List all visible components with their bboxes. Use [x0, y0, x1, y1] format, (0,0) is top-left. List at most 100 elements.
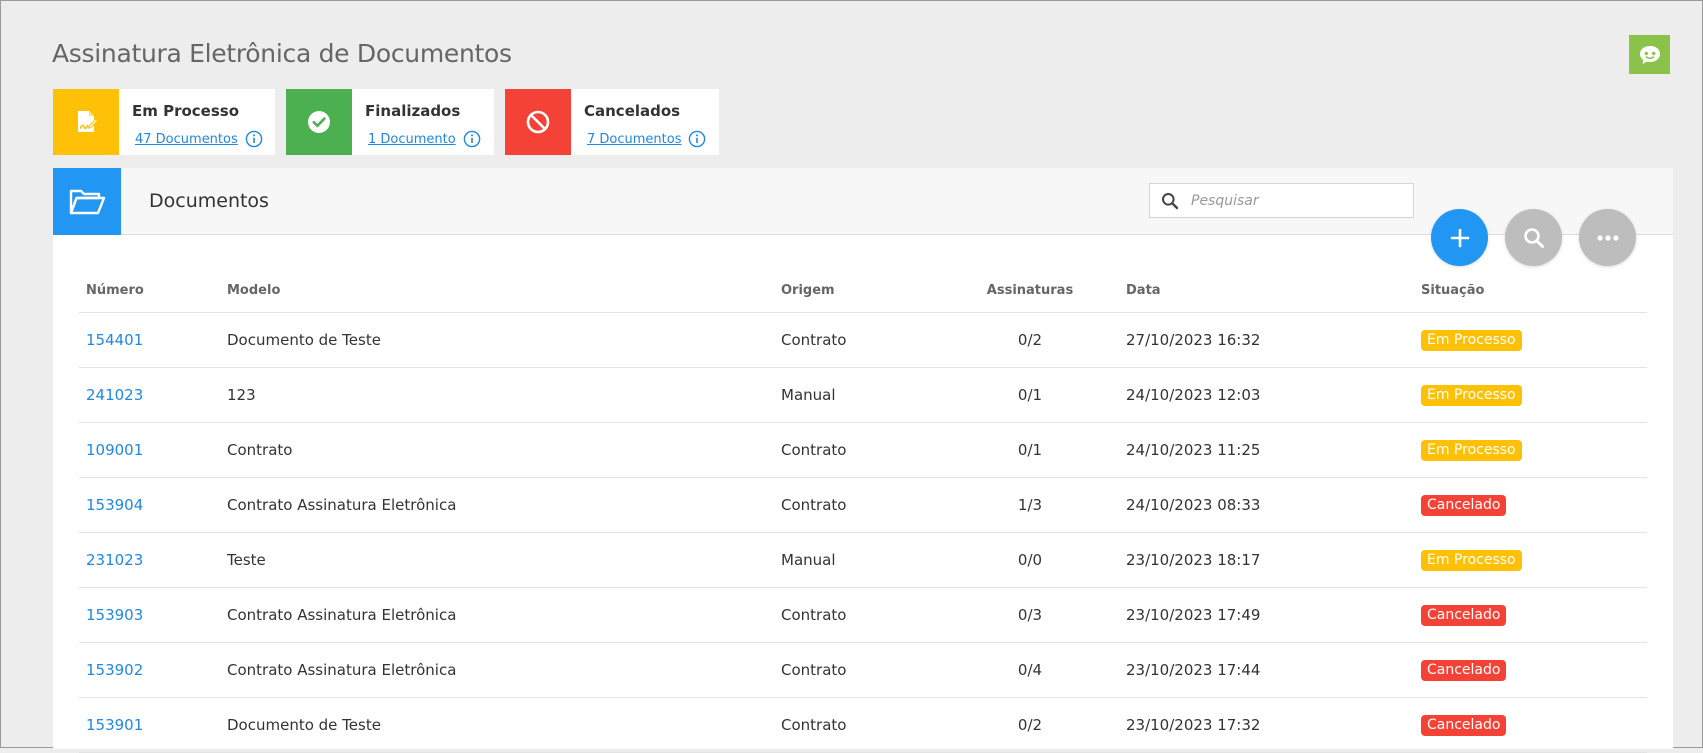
- document-number-link[interactable]: 231023: [86, 551, 143, 569]
- check-circle-icon: [308, 111, 330, 133]
- table-row[interactable]: 153902 Contrato Assinatura Eletrônica Cont…: [79, 642, 1647, 698]
- card-cancelados-link[interactable]: 7 Documentos: [587, 132, 681, 147]
- search-input[interactable]: [1189, 191, 1393, 210]
- documents-table: Número Modelo Origem Assinaturas Data Si…: [79, 269, 1647, 753]
- card-finalizados-link[interactable]: 1 Documento: [368, 132, 456, 147]
- add-document-button[interactable]: [1431, 209, 1488, 266]
- table-row[interactable]: 153901 Documento de Teste Contrato 0/2 23/10…: [79, 697, 1647, 753]
- status-badge: Cancelado: [1421, 659, 1507, 681]
- more-icon: [1596, 234, 1619, 241]
- card-cancelados: Cancelados 7 Documentos: [505, 89, 719, 155]
- search-icon: [1161, 192, 1179, 210]
- status-badge: Em Processo: [1421, 439, 1522, 461]
- cell-numero: 153903: [79, 587, 220, 643]
- table-row[interactable]: 154401 Documento de Teste Contrato 0/2 27/10…: [79, 312, 1647, 368]
- info-icon[interactable]: [463, 130, 481, 148]
- column-header-modelo[interactable]: Modelo: [220, 269, 774, 313]
- table-row[interactable]: 153903 Contrato Assinatura Eletrônica Cont…: [79, 587, 1647, 643]
- cell-assinaturas: 0/2: [934, 697, 1119, 753]
- status-badge: Em Processo: [1421, 329, 1522, 351]
- info-icon[interactable]: [245, 130, 263, 148]
- column-header-origem[interactable]: Origem: [774, 269, 934, 313]
- chat-bot-icon: [1639, 45, 1660, 64]
- cell-situacao: Cancelado: [1414, 477, 1647, 533]
- status-badge: Cancelado: [1421, 714, 1507, 736]
- panel-title: Documentos: [149, 190, 269, 212]
- cell-origem: Contrato: [774, 697, 934, 753]
- search-box[interactable]: [1149, 183, 1414, 218]
- help-chat-button[interactable]: [1629, 35, 1670, 74]
- cell-situacao: Cancelado: [1414, 642, 1647, 698]
- block-icon: [526, 110, 550, 134]
- cell-origem: Contrato: [774, 422, 934, 478]
- cell-assinaturas: 1/3: [934, 477, 1119, 533]
- cell-modelo: Documento de Teste: [220, 312, 774, 368]
- cell-modelo: 123: [220, 367, 774, 423]
- panel-icon-box: [53, 168, 121, 235]
- advanced-search-button[interactable]: [1505, 209, 1562, 266]
- add-icon: [1450, 228, 1469, 247]
- cell-numero: 231023: [79, 532, 220, 588]
- status-badge: Em Processo: [1421, 549, 1522, 571]
- cell-origem: Contrato: [774, 312, 934, 368]
- cell-modelo: Contrato Assinatura Eletrônica: [220, 587, 774, 643]
- cell-numero: 154401: [79, 312, 220, 368]
- card-finalizados: Finalizados 1 Documento: [286, 89, 494, 155]
- cell-assinaturas: 0/1: [934, 367, 1119, 423]
- cell-situacao: Cancelado: [1414, 697, 1647, 753]
- cell-numero: 153904: [79, 477, 220, 533]
- card-finalizados-label: Finalizados: [365, 102, 461, 120]
- document-number-link[interactable]: 153904: [86, 496, 143, 514]
- card-cancelados-icon-box: [505, 89, 571, 155]
- page-title: Assinatura Eletrônica de Documentos: [52, 39, 512, 68]
- cell-situacao: Em Processo: [1414, 422, 1647, 478]
- document-number-link[interactable]: 154401: [86, 331, 143, 349]
- cell-modelo: Contrato: [220, 422, 774, 478]
- status-badge: Em Processo: [1421, 384, 1522, 406]
- cell-data: 24/10/2023 11:25: [1119, 422, 1414, 478]
- documents-panel: Documentos Número Modelo Origem As: [53, 168, 1673, 753]
- card-em-processo-label: Em Processo: [132, 102, 240, 120]
- cell-origem: Manual: [774, 532, 934, 588]
- status-badge: Cancelado: [1421, 494, 1507, 516]
- document-number-link[interactable]: 153903: [86, 606, 143, 624]
- table-header-row: Número Modelo Origem Assinaturas Data Si…: [79, 269, 1647, 313]
- cell-numero: 153901: [79, 697, 220, 753]
- cell-data: 23/10/2023 17:32: [1119, 697, 1414, 753]
- column-header-assinaturas[interactable]: Assinaturas: [934, 269, 1119, 313]
- document-number-link[interactable]: 109001: [86, 441, 143, 459]
- cell-modelo: Contrato Assinatura Eletrônica: [220, 642, 774, 698]
- info-icon[interactable]: [688, 130, 706, 148]
- cell-assinaturas: 0/0: [934, 532, 1119, 588]
- cell-assinaturas: 0/3: [934, 587, 1119, 643]
- cell-assinaturas: 0/4: [934, 642, 1119, 698]
- cell-data: 23/10/2023 17:44: [1119, 642, 1414, 698]
- card-em-processo-link[interactable]: 47 Documentos: [135, 132, 238, 147]
- cell-origem: Contrato: [774, 642, 934, 698]
- card-cancelados-label: Cancelados: [584, 102, 681, 120]
- cell-situacao: Cancelado: [1414, 587, 1647, 643]
- cell-origem: Contrato: [774, 587, 934, 643]
- document-number-link[interactable]: 153901: [86, 716, 143, 734]
- column-header-situacao[interactable]: Situação: [1414, 269, 1647, 313]
- table-row[interactable]: 109001 Contrato Contrato 0/1 24/10/2023 11:2…: [79, 422, 1647, 478]
- cell-assinaturas: 0/2: [934, 312, 1119, 368]
- document-number-link[interactable]: 241023: [86, 386, 143, 404]
- table-row[interactable]: 231023 Teste Manual 0/0 23/10/2023 18:17 Em P…: [79, 532, 1647, 588]
- card-em-processo-icon-box: [53, 89, 119, 155]
- document-signature-icon: [78, 111, 99, 132]
- search-icon: [1523, 227, 1544, 248]
- column-header-data[interactable]: Data: [1119, 269, 1414, 313]
- table-row[interactable]: 241023 123 Manual 0/1 24/10/2023 12:03 Em Pro…: [79, 367, 1647, 423]
- cell-data: 24/10/2023 12:03: [1119, 367, 1414, 423]
- table-row[interactable]: 153904 Contrato Assinatura Eletrônica Cont…: [79, 477, 1647, 533]
- column-header-numero[interactable]: Número: [79, 269, 220, 313]
- folder-open-icon: [69, 189, 106, 214]
- cell-situacao: Em Processo: [1414, 367, 1647, 423]
- card-finalizados-icon-box: [286, 89, 352, 155]
- document-number-link[interactable]: 153902: [86, 661, 143, 679]
- card-em-processo: Em Processo 47 Documentos: [53, 89, 275, 155]
- cell-data: 27/10/2023 16:32: [1119, 312, 1414, 368]
- panel-header: Documentos: [53, 168, 1673, 266]
- more-options-button[interactable]: [1579, 209, 1636, 266]
